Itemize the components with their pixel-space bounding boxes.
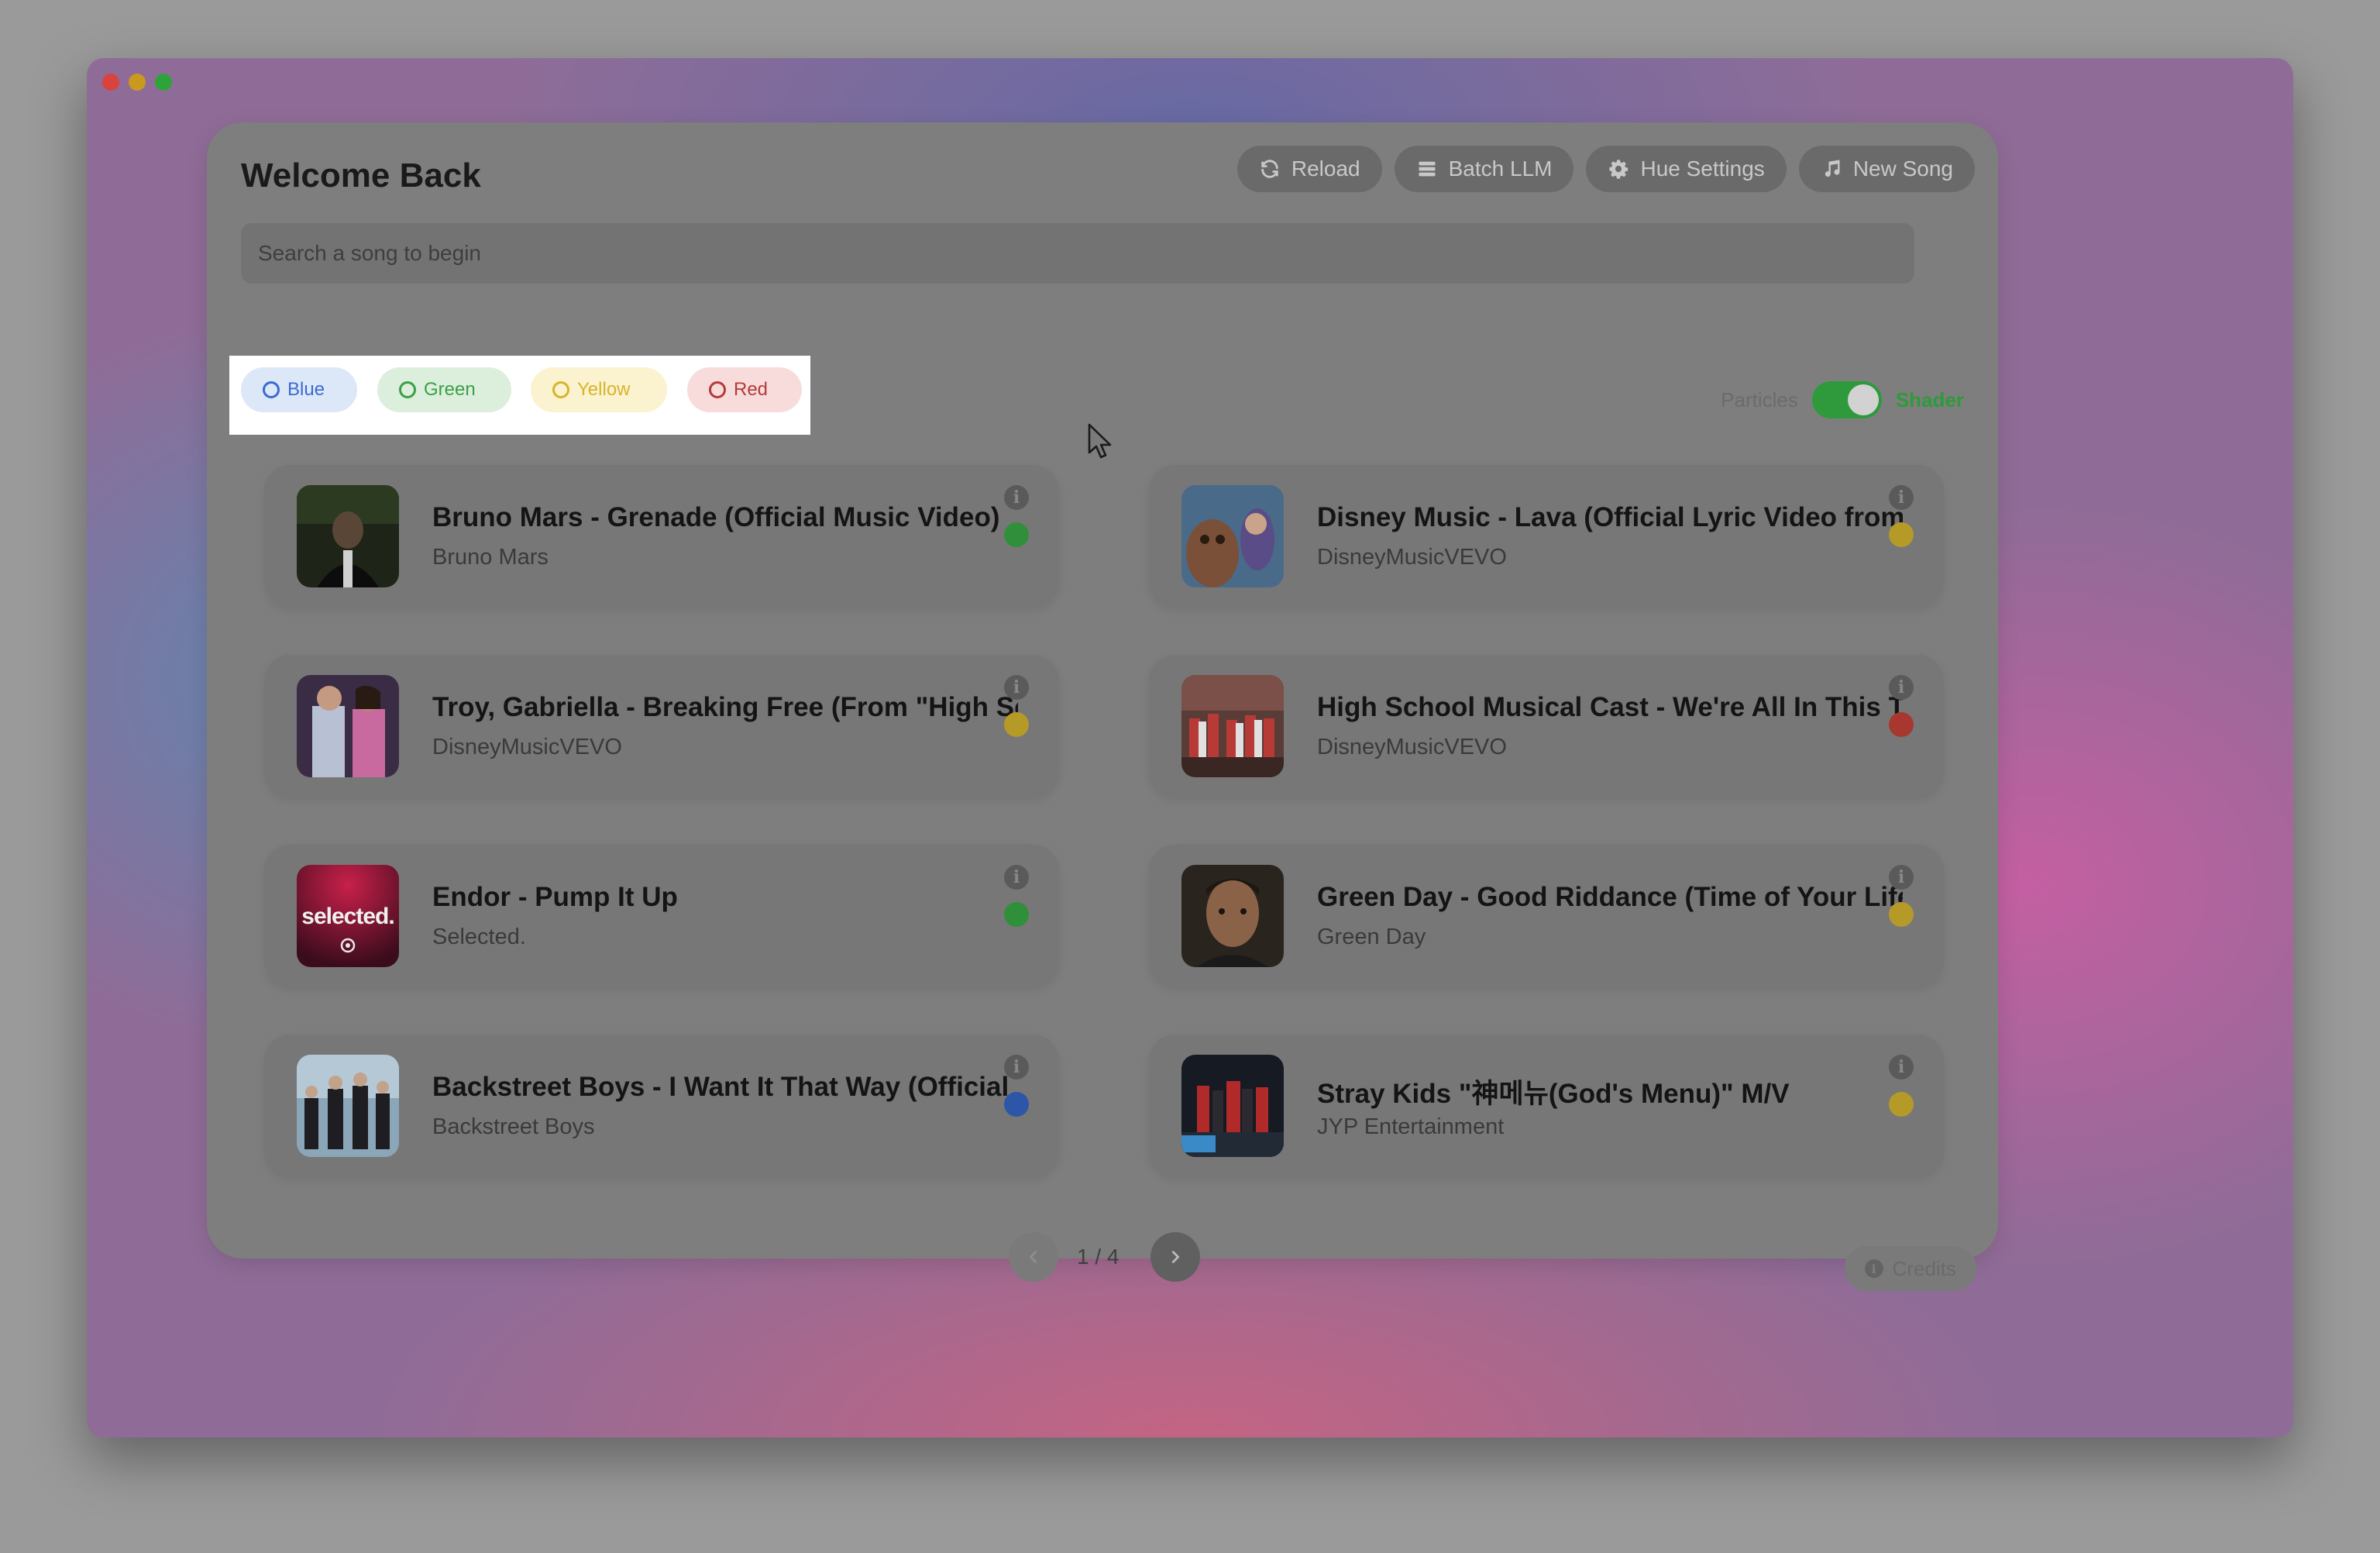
song-title: Backstreet Boys - I Want It That Way (Of… <box>432 1072 1018 1102</box>
song-thumbnail <box>1181 485 1284 587</box>
hue-filter-group: Blue Green Yellow Red <box>229 356 810 435</box>
gear-icon <box>1609 160 1629 179</box>
song-card[interactable]: Disney Music - Lava (Official Lyric Vide… <box>1149 465 1944 608</box>
shader-label: Shader <box>1895 387 1964 411</box>
song-thumbnail <box>297 485 399 587</box>
stack-icon <box>1419 161 1436 177</box>
refresh-icon <box>1261 160 1278 178</box>
song-artist: JYP Entertainment <box>1317 1114 1505 1139</box>
minimize-window-button[interactable] <box>129 74 146 91</box>
hue-indicator-dot <box>1004 1092 1029 1117</box>
mouse-cursor-icon <box>1088 423 1112 459</box>
mode-toggle[interactable] <box>1811 381 1882 418</box>
page-title: Welcome Back <box>241 157 481 195</box>
radio-circle-icon <box>552 381 569 398</box>
info-icon[interactable]: i <box>1004 485 1029 510</box>
info-icon[interactable]: i <box>1889 485 1914 510</box>
song-title: Bruno Mars - Grenade (Official Music Vid… <box>432 502 1000 532</box>
close-window-button[interactable] <box>102 74 119 91</box>
hue-indicator-dot <box>1889 902 1914 927</box>
hue-settings-button[interactable]: Hue Settings <box>1586 146 1787 192</box>
radio-circle-icon <box>709 381 726 398</box>
info-icon[interactable]: i <box>1004 1055 1029 1080</box>
render-mode-switch: Particles Shader <box>1721 381 1964 418</box>
song-artist: DisneyMusicVEVO <box>1317 735 1507 759</box>
search-input[interactable] <box>241 223 1914 284</box>
song-title: Endor - Pump It Up <box>432 882 678 912</box>
particles-label: Particles <box>1721 387 1798 411</box>
info-icon[interactable]: i <box>1889 1055 1914 1080</box>
info-icon[interactable]: i <box>1889 675 1914 700</box>
hue-indicator-dot <box>1004 522 1029 547</box>
batch-llm-button[interactable]: Batch LLM <box>1394 146 1574 192</box>
new-song-button[interactable]: New Song <box>1798 146 1975 192</box>
hue-settings-label: Hue Settings <box>1640 157 1765 181</box>
filter-chip-blue[interactable]: Blue <box>241 367 357 412</box>
song-title: High School Musical Cast - We're All In … <box>1317 692 1903 722</box>
reload-label: Reload <box>1291 157 1360 181</box>
song-title: Troy, Gabriella - Breaking Free (From "H… <box>432 692 1018 722</box>
song-card[interactable]: High School Musical Cast - We're All In … <box>1149 655 1944 797</box>
song-title: Stray Kids "神메뉴(God's Menu)" M/V <box>1317 1079 1790 1109</box>
zoom-window-button[interactable] <box>155 74 172 91</box>
credits-button[interactable]: i Credits <box>1844 1246 1976 1291</box>
hue-indicator-dot <box>1004 712 1029 737</box>
song-thumbnail: selected. <box>297 865 399 967</box>
song-thumbnail <box>1181 865 1284 967</box>
radio-circle-icon <box>263 381 280 398</box>
next-page-button[interactable] <box>1150 1232 1200 1282</box>
song-card[interactable]: Backstreet Boys - I Want It That Way (Of… <box>264 1035 1059 1177</box>
song-title: Green Day - Good Riddance (Time of Your … <box>1317 882 1903 912</box>
hue-indicator-dot <box>1004 902 1029 927</box>
song-card[interactable]: Bruno Mars - Grenade (Official Music Vid… <box>264 465 1059 608</box>
song-artist: DisneyMusicVEVO <box>432 735 622 759</box>
hue-indicator-dot <box>1889 1092 1914 1117</box>
new-song-label: New Song <box>1852 157 1953 181</box>
song-thumbnail <box>1181 675 1284 777</box>
batch-llm-label: Batch LLM <box>1448 157 1553 181</box>
song-card[interactable]: Green Day - Good Riddance (Time of Your … <box>1149 845 1944 987</box>
page-indicator: 1 / 4 <box>1077 1245 1119 1269</box>
song-thumbnail <box>297 1055 399 1157</box>
toggle-knob <box>1847 384 1879 415</box>
filter-chip-red[interactable]: Red <box>687 367 802 412</box>
info-icon[interactable]: i <box>1889 865 1914 890</box>
info-icon[interactable]: i <box>1004 675 1029 700</box>
song-artist: Backstreet Boys <box>432 1114 595 1139</box>
filter-label: Red <box>734 379 769 400</box>
radio-circle-icon <box>399 381 416 398</box>
song-card[interactable]: Troy, Gabriella - Breaking Free (From "H… <box>264 655 1059 797</box>
info-icon[interactable]: i <box>1004 865 1029 890</box>
main-panel: Welcome Back Reload Batch LLM Hue Settin… <box>207 122 1998 1291</box>
song-card[interactable]: Stray Kids "神메뉴(God's Menu)" M/V JYP Ent… <box>1149 1035 1944 1177</box>
reload-button[interactable]: Reload <box>1236 146 1382 192</box>
info-icon: i <box>1864 1259 1883 1278</box>
song-thumbnail <box>297 675 399 777</box>
toolbar: Reload Batch LLM Hue Settings New Song <box>1236 146 1975 192</box>
chevron-right-icon <box>1171 1251 1180 1263</box>
prev-page-button[interactable] <box>1009 1232 1058 1282</box>
filter-label: Blue <box>287 379 325 400</box>
song-artist: Selected. <box>432 925 526 949</box>
credits-label: Credits <box>1892 1256 1956 1280</box>
thumbnail-brand-text: selected. <box>301 904 394 929</box>
filter-chip-yellow[interactable]: Yellow <box>531 367 667 412</box>
filter-chip-green[interactable]: Green <box>377 367 511 412</box>
hue-indicator-dot <box>1889 522 1914 547</box>
filter-label: Green <box>424 379 476 400</box>
music-note-icon <box>1825 160 1840 177</box>
song-artist: DisneyMusicVEVO <box>1317 545 1507 570</box>
song-thumbnail <box>1181 1055 1284 1157</box>
filter-label: Yellow <box>577 379 631 400</box>
song-title: Disney Music - Lava (Official Lyric Vide… <box>1317 502 1903 532</box>
chevron-left-icon <box>1029 1251 1037 1263</box>
hue-indicator-dot <box>1889 712 1914 737</box>
song-artist: Bruno Mars <box>432 545 549 570</box>
song-card[interactable]: selected. Endor - Pump It Up Selected. i <box>264 845 1059 987</box>
song-artist: Green Day <box>1317 925 1426 949</box>
